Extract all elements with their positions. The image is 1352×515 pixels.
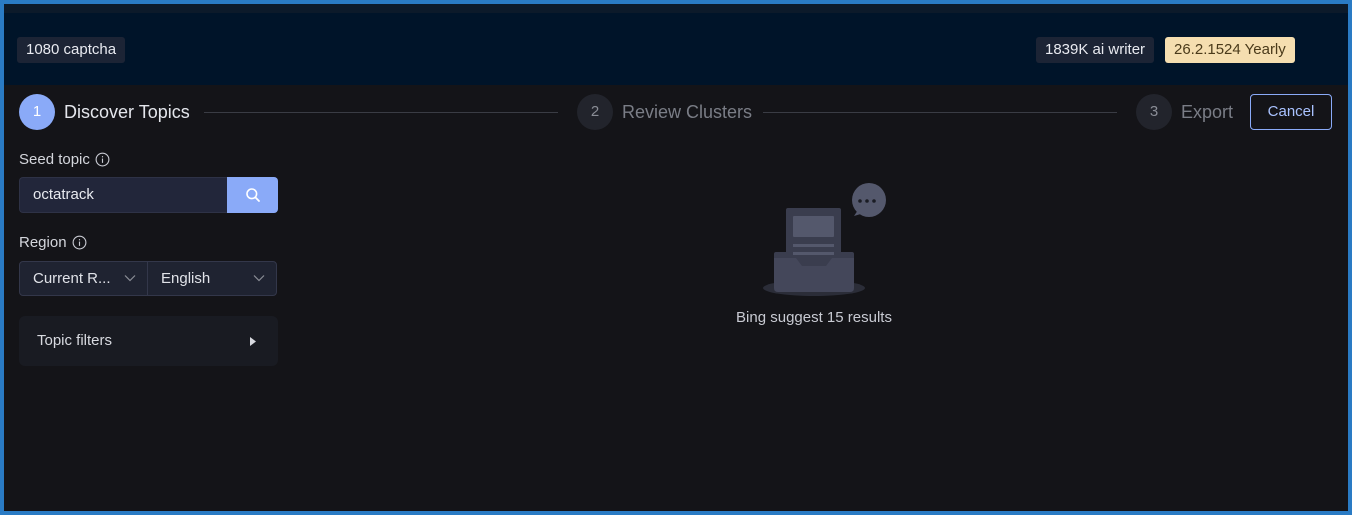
- seed-topic-label-row: Seed topic: [19, 151, 110, 168]
- chevron-down-icon: [253, 275, 265, 282]
- seed-topic-label: Seed topic: [19, 151, 90, 168]
- results-message: Bing suggest 15 results: [736, 309, 892, 326]
- region-select[interactable]: Current R...: [19, 261, 148, 296]
- step-3-label[interactable]: Export: [1181, 94, 1233, 130]
- chevron-down-icon: [124, 275, 136, 282]
- top-bar: 1080 captcha 1839K ai writer 26.2.1524 Y…: [4, 4, 1348, 85]
- step-3-number[interactable]: 3: [1136, 94, 1172, 130]
- step-1-label[interactable]: Discover Topics: [64, 94, 190, 130]
- empty-inbox-illustration: [763, 183, 886, 296]
- step-2-label[interactable]: Review Clusters: [622, 94, 752, 130]
- search-icon: [245, 188, 260, 202]
- captcha-credits-chip: 1080 captcha: [17, 37, 126, 63]
- stepper: 1 Discover Topics 2 Review Clusters 3 Ex…: [4, 85, 1348, 141]
- language-select[interactable]: English: [147, 261, 277, 296]
- region-label: Region: [19, 234, 67, 251]
- info-icon[interactable]: [95, 152, 110, 167]
- seed-topic-input[interactable]: octatrack: [19, 177, 228, 213]
- seed-topic-search: octatrack: [19, 177, 278, 213]
- topic-filters-label: Topic filters: [37, 332, 113, 349]
- top-bar-strip: [4, 4, 1348, 13]
- cancel-button[interactable]: Cancel: [1250, 94, 1332, 130]
- region-label-row: Region: [19, 234, 87, 251]
- plan-chip: 26.2.1524 Yearly: [1165, 37, 1295, 63]
- search-button[interactable]: [227, 177, 278, 213]
- step-connector-2: [763, 112, 1117, 113]
- caret-right-icon: [250, 337, 256, 346]
- step-1-number[interactable]: 1: [19, 94, 55, 130]
- step-2-number[interactable]: 2: [577, 94, 613, 130]
- topic-filters-panel[interactable]: Topic filters: [19, 316, 278, 366]
- step-connector-1: [204, 112, 558, 113]
- region-select-value: Current R...: [33, 270, 111, 287]
- info-icon[interactable]: [72, 235, 87, 250]
- language-select-value: English: [161, 270, 211, 287]
- app-window: 1080 captcha 1839K ai writer 26.2.1524 Y…: [4, 4, 1348, 511]
- ai-writer-credits-chip: 1839K ai writer: [1036, 37, 1155, 63]
